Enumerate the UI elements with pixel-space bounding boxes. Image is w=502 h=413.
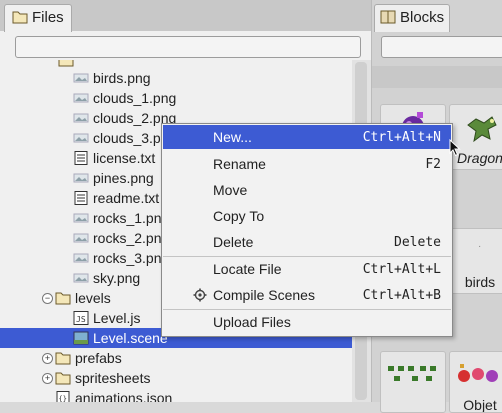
blocks-search-input[interactable] (381, 36, 502, 58)
tab-files[interactable]: Files (4, 4, 72, 32)
blocks-icon (380, 10, 396, 27)
tree-row-label: Level.js (93, 310, 141, 326)
folder-icon (58, 60, 74, 67)
tree-row[interactable]: + spritesheets (0, 368, 352, 388)
tree-row-label: rocks_1.png (93, 210, 170, 226)
tree-row-label: rocks_3.png (93, 250, 170, 266)
menu-item-copy-to[interactable]: Copy To (163, 204, 451, 228)
tile-birds-label: birds (464, 274, 496, 290)
tree-row-label: pines.png (93, 170, 154, 186)
files-search-input[interactable] (15, 36, 361, 58)
collapse-icon[interactable]: − (42, 293, 53, 304)
tile-objects[interactable]: Objet (449, 351, 502, 413)
folder-icon (12, 10, 28, 27)
image-icon (73, 71, 89, 85)
menu-item-new[interactable]: New... Ctrl+Alt+N (163, 125, 451, 149)
menu-item-locate-file[interactable]: Locate File Ctrl+Alt+L (163, 257, 451, 281)
menu-item-move[interactable]: Move (163, 178, 451, 202)
mouse-cursor-icon (449, 139, 461, 157)
tree-row-label: prefabs (75, 350, 122, 366)
tab-blocks-label: Blocks (400, 9, 445, 26)
image-icon (73, 131, 89, 145)
tab-blocks[interactable]: Blocks (374, 4, 450, 32)
context-menu: New... Ctrl+Alt+N Rename F2 Move Copy To… (161, 123, 453, 337)
menu-item-rename[interactable]: Rename F2 (163, 152, 451, 176)
tree-row[interactable]: birds.png (0, 68, 352, 88)
image-icon (73, 171, 89, 185)
scene-file-icon (73, 331, 89, 345)
tree-row-label: clouds_1.png (93, 90, 177, 106)
menu-item-delete[interactable]: Delete Delete (163, 230, 451, 254)
tab-files-label: Files (32, 9, 64, 26)
tile-birds[interactable]: · birds (449, 228, 502, 294)
blocks-section-header (372, 66, 502, 88)
birds-sprite-icon: · (478, 241, 482, 252)
fruits-icon (458, 364, 498, 382)
image-icon (73, 271, 89, 285)
tree-row-label: license.txt (93, 150, 156, 166)
folder-icon (55, 371, 71, 385)
menu-item-upload-files[interactable]: Upload Files (163, 310, 451, 334)
folder-icon (55, 291, 71, 305)
tile-objects-label: Objet (463, 397, 497, 413)
image-icon (73, 231, 89, 245)
svg-text:{}: {} (59, 395, 67, 402)
tile-dragon[interactable]: Dragon (449, 104, 502, 170)
text-file-icon (73, 191, 89, 205)
tree-row[interactable]: {} animations.json (0, 388, 352, 402)
tree-row-label: birds.png (93, 70, 151, 86)
tree-row-label: levels (75, 290, 111, 306)
expand-icon[interactable]: + (42, 353, 53, 364)
folder-icon (55, 351, 71, 365)
tree-row-label: rocks_2.png (93, 230, 170, 246)
js-file-icon: JS (73, 311, 89, 325)
tree-row[interactable]: clouds_1.png (0, 88, 352, 108)
image-icon (73, 111, 89, 125)
gear-icon (193, 288, 207, 305)
tile-sprites-1[interactable] (380, 351, 446, 413)
tree-row-label: sky.png (93, 270, 141, 286)
image-icon (73, 211, 89, 225)
image-icon (73, 91, 89, 105)
tree-row-label: Level.scene (93, 330, 168, 346)
text-file-icon (73, 151, 89, 165)
svg-text:JS: JS (76, 315, 86, 324)
tree-row[interactable]: + prefabs (0, 348, 352, 368)
image-icon (73, 251, 89, 265)
tree-row-label: animations.json (75, 390, 173, 402)
expand-icon[interactable]: + (42, 373, 53, 384)
tree-row-label: readme.txt (93, 190, 160, 206)
tree-row-label: spritesheets (75, 370, 151, 386)
json-file-icon: {} (55, 391, 71, 402)
dragon-sprite-icon (467, 116, 497, 143)
sprites-icon (388, 366, 436, 381)
menu-item-compile-scenes[interactable]: Compile Scenes Ctrl+Alt+B (163, 283, 451, 307)
